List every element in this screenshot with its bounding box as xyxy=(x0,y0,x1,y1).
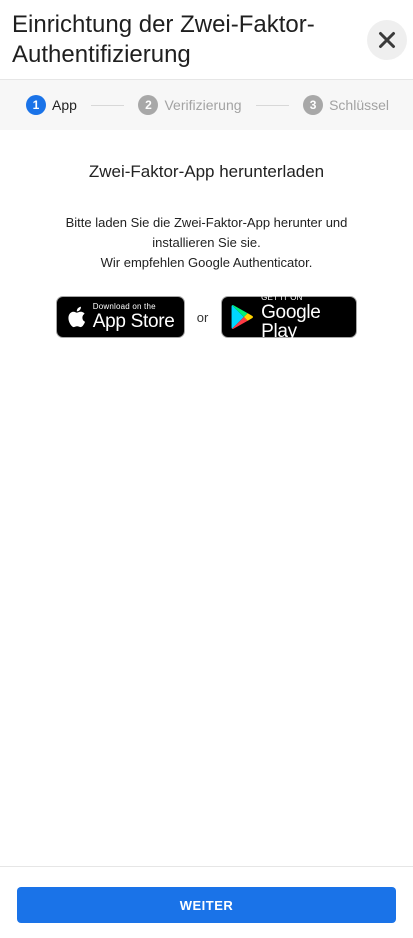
step-app: 1 App xyxy=(26,95,77,115)
close-icon xyxy=(379,32,395,48)
section-heading: Zwei-Faktor-App herunterladen xyxy=(88,162,325,181)
step-number: 1 xyxy=(26,95,46,115)
app-store-badge[interactable]: Download on the App Store xyxy=(55,296,185,338)
apple-icon xyxy=(68,306,85,328)
app-store-small-text: Download on the xyxy=(92,302,156,311)
step-number: 2 xyxy=(138,95,159,115)
step-verifizierung: 2 Verifizierung xyxy=(138,95,242,115)
description-line: installieren Sie sie. xyxy=(152,235,261,250)
dialog-title: Einrichtung der Zwei-Faktor-Authentifizi… xyxy=(12,11,315,68)
google-play-icon xyxy=(231,305,254,329)
google-play-small-text: GET IT ON xyxy=(261,292,303,302)
step-label: Verifizierung xyxy=(164,97,242,113)
or-separator: or xyxy=(196,309,209,325)
step-label: Schlüssel xyxy=(329,97,390,113)
app-store-big-text: App Store xyxy=(92,311,175,332)
step-schluessel: 3 Schlüssel xyxy=(303,95,389,115)
step-number: 3 xyxy=(303,95,324,115)
next-button[interactable]: WEITER xyxy=(17,887,396,923)
description: Bitte laden Sie die Zwei-Faktor-App heru… xyxy=(0,213,413,273)
store-badges: Download on the App Store or GET IT ON G… xyxy=(0,292,413,342)
google-play-badge[interactable]: GET IT ON Google Play xyxy=(221,292,358,342)
dialog-header: Einrichtung der Zwei-Faktor-Authentifizi… xyxy=(0,0,413,80)
step-connector xyxy=(255,104,290,106)
description-line: Bitte laden Sie die Zwei-Faktor-App heru… xyxy=(65,215,348,230)
description-line: Wir empfehlen Google Authenticator. xyxy=(100,255,313,270)
stepper: 1 App 2 Verifizierung 3 Schlüssel xyxy=(0,80,413,130)
step-connector xyxy=(90,104,125,106)
dialog-footer: WEITER xyxy=(0,866,413,938)
close-button[interactable] xyxy=(367,20,407,60)
step-label: App xyxy=(52,97,77,113)
google-play-big-text: Google Play xyxy=(261,301,321,342)
